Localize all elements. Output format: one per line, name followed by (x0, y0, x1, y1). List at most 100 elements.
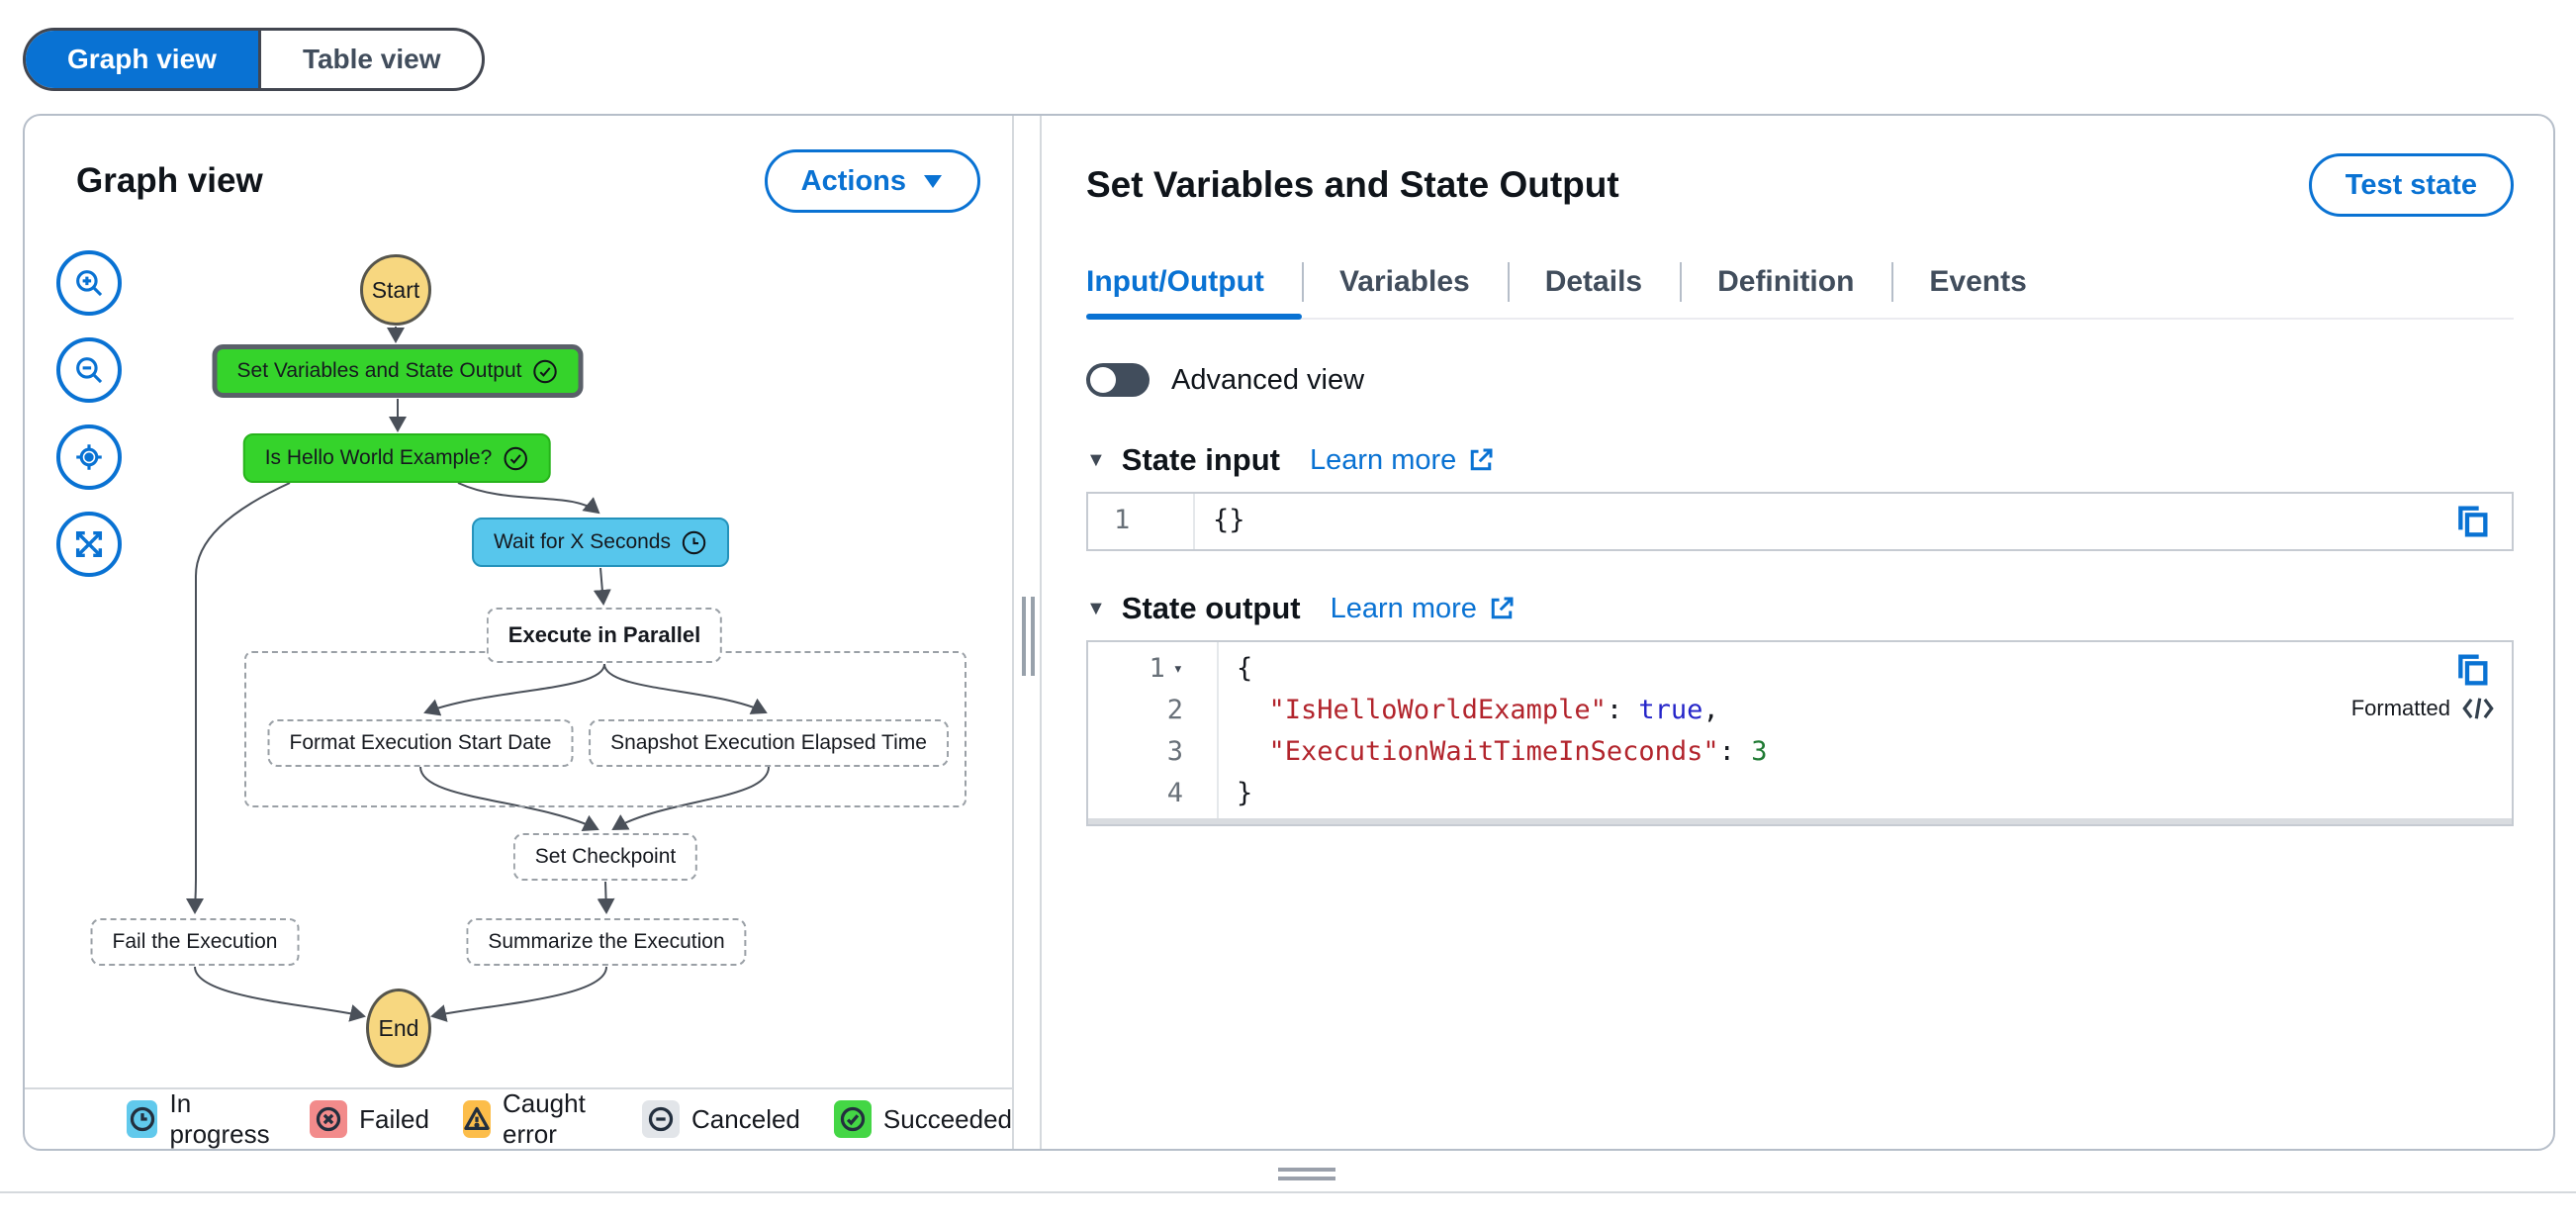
legend-label: Canceled (691, 1103, 800, 1134)
external-link-icon (1491, 597, 1514, 619)
panel-splitter[interactable] (1014, 116, 1042, 1149)
node-label: Execute in Parallel (507, 622, 701, 647)
copy-input-button[interactable] (2452, 500, 2496, 543)
node-label: Is Hello World Example? (264, 446, 493, 469)
graph-view-toggle[interactable]: Graph view (26, 31, 258, 88)
code-line: } (1237, 778, 1253, 808)
node-label: End (378, 1014, 419, 1041)
external-link-icon (1471, 448, 1493, 471)
line-number: 1 (1114, 505, 1131, 535)
legend-label: Caught error (502, 1088, 586, 1149)
tab-details[interactable]: Details (1507, 246, 1680, 318)
state-output-editor[interactable]: 1 ▾{2 "IsHelloWorldExample": true, 3 "Exec… (1086, 640, 2514, 826)
toggle-knob (1090, 367, 1116, 393)
state-output-learn-more-link[interactable]: Learn more (1331, 593, 1517, 625)
node-label: Snapshot Execution Elapsed Time (610, 731, 927, 754)
code-row: 3 "ExecutionWaitTimeInSeconds": 3 (1088, 731, 2512, 773)
node-fail-execution[interactable]: Fail the Execution (90, 918, 300, 966)
legend-item: Canceled (642, 1100, 800, 1138)
node-start[interactable]: Start (360, 254, 431, 326)
node-label: Summarize the Execution (488, 930, 725, 953)
line-number: 1 ▾ (1088, 648, 1217, 690)
code-line: "IsHelloWorldExample": true, (1268, 695, 1719, 725)
tabs: Input/Output Variables Details Definition Ev… (1086, 246, 2514, 320)
bottom-splitter-grip[interactable] (1278, 1168, 1335, 1180)
tab-input-output[interactable]: Input/Output (1086, 246, 1302, 320)
collapse-triangle-icon[interactable]: ▼ (1086, 598, 1106, 620)
code-row: 1 {} (1088, 494, 2512, 547)
learn-more-label: Learn more (1309, 443, 1457, 476)
legend-label: Failed (359, 1103, 429, 1134)
state-input-editor[interactable]: 1 {} (1086, 492, 2514, 551)
copy-output-button[interactable] (2452, 648, 2496, 692)
node-label: Set Checkpoint (534, 845, 677, 868)
fold-arrow-icon[interactable]: ▾ (1173, 648, 1183, 690)
learn-more-label: Learn more (1330, 592, 1477, 624)
state-title: Set Variables and State Output (1086, 164, 1619, 205)
copy-icon (2458, 654, 2488, 686)
code-row: 2 "IsHelloWorldExample": true, (1088, 690, 2512, 731)
warning-triangle-icon (462, 1100, 491, 1138)
code-row: 1 ▾ { (1088, 648, 2512, 690)
node-is-hello-world[interactable]: Is Hello World Example? (242, 433, 551, 483)
table-view-toggle[interactable]: Table view (257, 31, 483, 88)
code-line: {} (1213, 505, 1245, 535)
line-number: 4 (1166, 778, 1183, 808)
tab-definition[interactable]: Definition (1680, 246, 1891, 318)
node-summarize-execution[interactable]: Summarize the Execution (466, 918, 747, 966)
graph-canvas[interactable]: Start Set Variables and State Output Is … (25, 116, 1014, 1090)
node-snapshot-elapsed-time[interactable]: Snapshot Execution Elapsed Time (589, 719, 949, 767)
details-panel: Set Variables and State Output Test stat… (1042, 116, 2553, 1149)
legend-label: Succeeded (882, 1103, 1012, 1134)
advanced-view-toggle[interactable] (1086, 363, 1150, 397)
status-legend: In progress Failed Caught error Canceled Suc… (25, 1087, 1012, 1149)
code-line: { (1237, 653, 1253, 684)
page: Graph view Table view Graph view Actions (0, 0, 2576, 1225)
formatted-label: Formatted (2350, 696, 2450, 720)
state-input-learn-more-link[interactable]: Learn more (1310, 444, 1496, 477)
copy-icon (2458, 506, 2488, 537)
node-set-variables[interactable]: Set Variables and State Output (212, 344, 584, 398)
clock-icon (127, 1100, 158, 1138)
collapse-triangle-icon[interactable]: ▼ (1086, 449, 1106, 472)
graph-panel: Graph view Actions Start Set Variables a… (25, 116, 1014, 1149)
legend-item: Caught error (462, 1088, 608, 1149)
node-format-start-date[interactable]: Format Execution Start Date (267, 719, 574, 767)
test-state-button[interactable]: Test state (2308, 153, 2514, 217)
minus-circle-icon (642, 1100, 681, 1138)
in-progress-icon (682, 530, 706, 554)
node-label: Fail the Execution (112, 930, 278, 953)
succeeded-icon (533, 359, 557, 383)
node-label: Start (371, 276, 420, 303)
x-circle-icon (310, 1100, 348, 1138)
view-toggle: Graph view Table view (23, 28, 486, 91)
advanced-view-label: Advanced view (1171, 363, 1365, 396)
formatted-indicator[interactable]: Formatted (2351, 696, 2494, 721)
state-output-code: 1 ▾{2 "IsHelloWorldExample": true, 3 "Exec… (1088, 648, 2512, 814)
node-end[interactable]: End (366, 989, 431, 1068)
node-label: Set Variables and State Output (236, 359, 522, 382)
bottom-splitter[interactable] (0, 1166, 2576, 1185)
code-line: "ExecutionWaitTimeInSeconds": 3 (1268, 736, 1768, 767)
legend-label: In progress (169, 1088, 270, 1149)
tab-events[interactable]: Events (1891, 246, 2064, 318)
node-wait[interactable]: Wait for X Seconds (472, 518, 729, 567)
legend-item: Failed (310, 1100, 429, 1138)
bottom-divider (0, 1191, 2576, 1193)
legend-item: In progress (127, 1088, 276, 1149)
tab-variables[interactable]: Variables (1301, 246, 1508, 318)
line-number: 3 (1166, 736, 1183, 767)
code-view-icon (2462, 698, 2494, 719)
code-row: 4} (1088, 773, 2512, 814)
succeeded-icon (504, 446, 527, 470)
legend-item: Succeeded (833, 1100, 1012, 1138)
line-number: 2 (1166, 695, 1183, 725)
state-input-heading: State input (1121, 442, 1280, 477)
check-circle-icon (833, 1100, 872, 1138)
node-label: Format Execution Start Date (289, 731, 552, 754)
state-input-code: 1 {} (1088, 494, 2512, 547)
node-set-checkpoint[interactable]: Set Checkpoint (512, 833, 698, 881)
splitter-grip[interactable] (1022, 597, 1035, 676)
node-execute-in-parallel[interactable]: Execute in Parallel (486, 608, 723, 663)
main-card: Graph view Actions Start Set Variables a… (23, 114, 2555, 1151)
